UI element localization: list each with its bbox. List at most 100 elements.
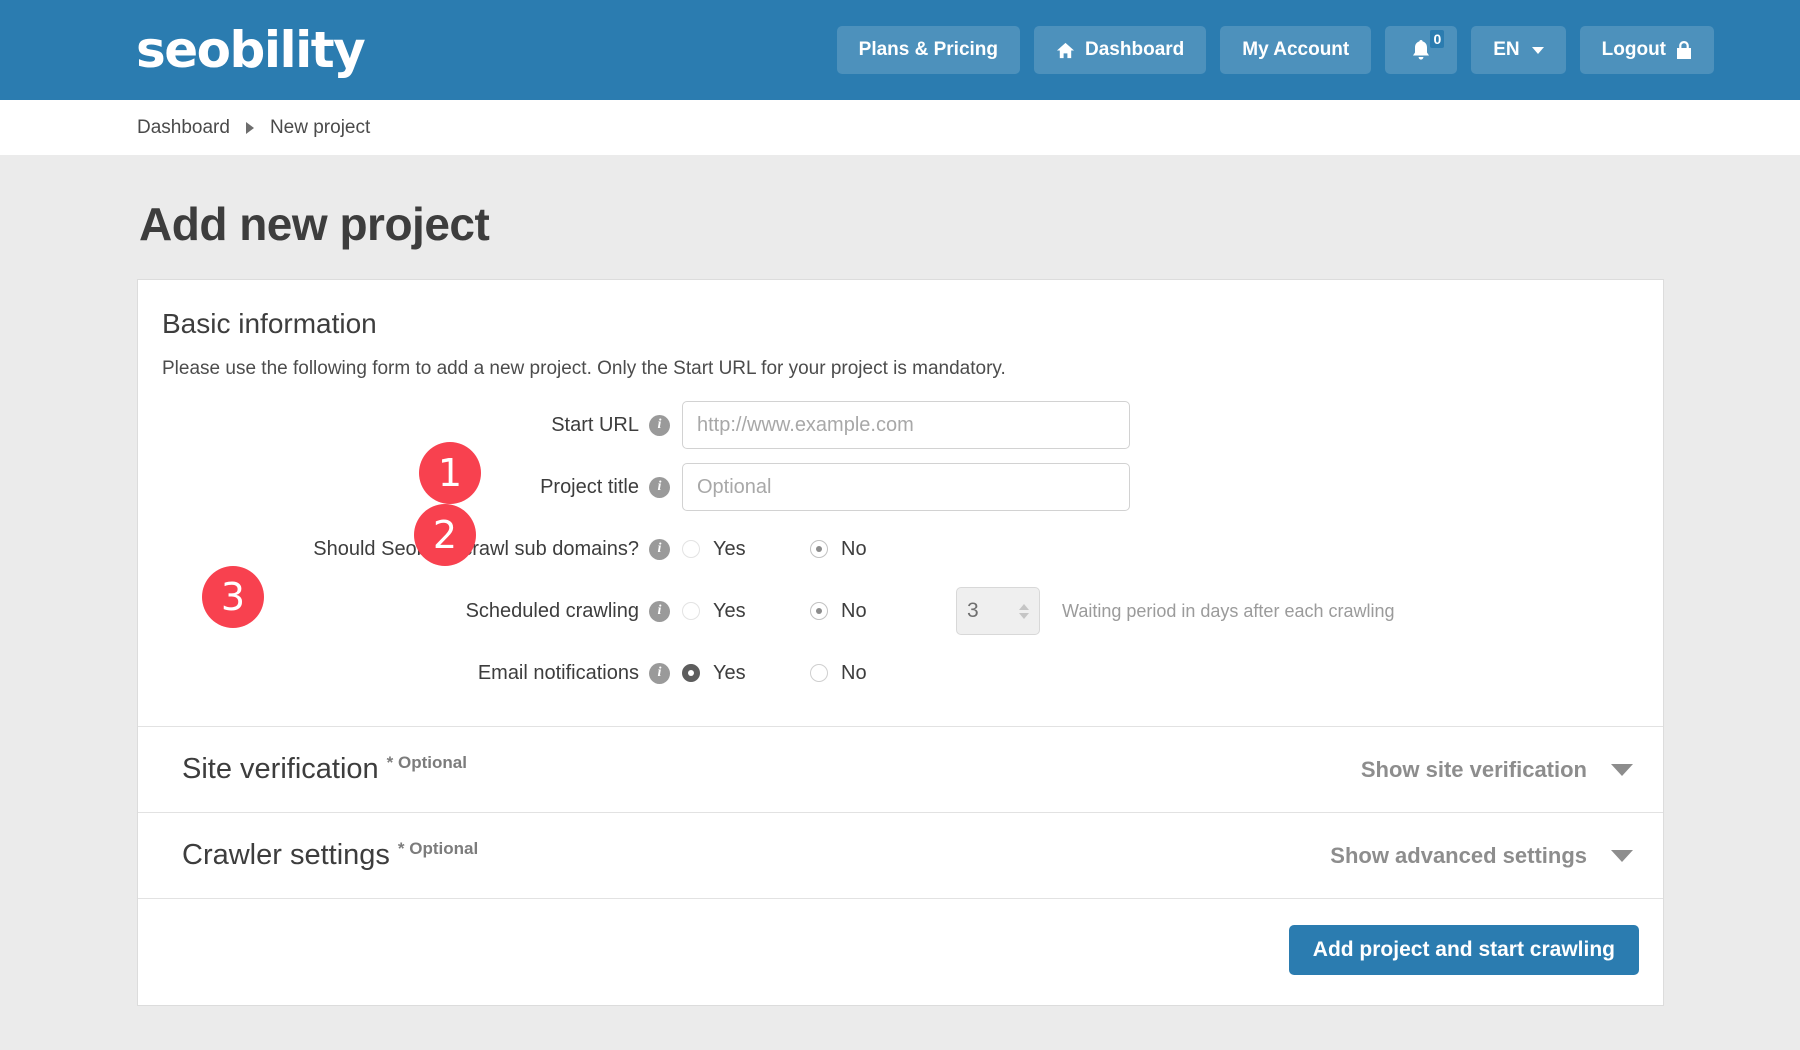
form-row-scheduled-crawling: Scheduled crawling i Yes No — [162, 580, 1639, 642]
radio-dot-icon — [682, 540, 700, 558]
info-icon-sub-domains[interactable]: i — [649, 539, 670, 560]
card-footer: Add project and start crawling — [138, 898, 1663, 1005]
form-row-sub-domains: Should Seobility crawl sub domains? i Ye… — [162, 518, 1639, 580]
stepper-arrows-icon[interactable] — [1019, 604, 1029, 619]
chevron-down-icon — [1532, 47, 1544, 54]
home-icon — [1056, 41, 1075, 60]
nav-my-account[interactable]: My Account — [1220, 26, 1371, 74]
radio-email-notifications-yes[interactable]: Yes — [682, 662, 810, 685]
nav-dashboard-label: Dashboard — [1085, 39, 1184, 61]
basic-form: 1 2 3 Start URL i Project title — [162, 394, 1639, 726]
radio-scheduled-crawling-yes[interactable]: Yes — [682, 600, 810, 623]
info-icon-scheduled-crawling[interactable]: i — [649, 601, 670, 622]
radio-scheduled-crawling-yes-label: Yes — [713, 600, 746, 623]
radio-dot-icon — [810, 664, 828, 682]
crawler-settings-section[interactable]: Crawler settings * Optional Show advanced… — [138, 812, 1663, 898]
seobility-logo[interactable]: seobility — [136, 25, 364, 75]
radio-sub-domains-no[interactable]: No — [810, 538, 938, 561]
bell-icon — [1411, 39, 1431, 61]
radio-group-sub-domains: Yes No — [682, 538, 938, 561]
bell-wrapper: 0 — [1411, 39, 1431, 61]
chevron-down-icon — [1611, 764, 1633, 776]
toggle-advanced-settings-label: Show advanced settings — [1330, 843, 1587, 869]
radio-dot-icon — [810, 540, 828, 558]
radio-email-notifications-no-label: No — [841, 662, 867, 685]
radio-email-notifications-yes-label: Yes — [713, 662, 746, 685]
label-email-notifications: Email notifications — [478, 662, 639, 685]
breadcrumb-separator-icon — [246, 122, 254, 134]
project-title-input[interactable] — [682, 463, 1130, 511]
nav-dashboard[interactable]: Dashboard — [1034, 26, 1206, 74]
field-scheduled-crawling-wrap: Yes No 3 — [682, 587, 1639, 635]
field-sub-domains-wrap: Yes No — [682, 538, 1639, 561]
nav-language-selector[interactable]: EN — [1471, 26, 1565, 74]
field-email-notifications-wrap: Yes No — [682, 662, 1639, 685]
label-project-title: Project title — [540, 476, 639, 499]
stepper-down-icon[interactable] — [1019, 613, 1029, 619]
page-title: Add new project — [139, 197, 1663, 251]
nav-logout[interactable]: Logout — [1580, 26, 1714, 74]
label-start-url-wrap: Start URL i — [162, 414, 682, 437]
crawl-interval-stepper[interactable]: 3 — [956, 587, 1040, 635]
radio-sub-domains-yes[interactable]: Yes — [682, 538, 810, 561]
radio-group-email-notifications: Yes No — [682, 662, 938, 685]
nav-buttons-group: Plans & Pricing Dashboard My Account 0 E… — [837, 26, 1752, 74]
label-sub-domains: Should Seobility crawl sub domains? — [313, 538, 639, 561]
add-project-button[interactable]: Add project and start crawling — [1289, 925, 1639, 975]
callout-badge-3: 3 — [202, 566, 264, 628]
form-row-project-title: Project title i — [162, 456, 1639, 518]
nav-plans-pricing-label: Plans & Pricing — [859, 39, 998, 61]
form-row-email-notifications: Email notifications i Yes No — [162, 642, 1639, 704]
radio-email-notifications-no[interactable]: No — [810, 662, 938, 685]
crawler-settings-heading: Crawler settings * Optional — [182, 839, 478, 872]
label-email-notifications-wrap: Email notifications i — [162, 662, 682, 685]
radio-scheduled-crawling-no-label: No — [841, 600, 867, 623]
breadcrumb-item-dashboard[interactable]: Dashboard — [137, 117, 230, 139]
form-row-start-url: Start URL i — [162, 394, 1639, 456]
toggle-advanced-settings[interactable]: Show advanced settings — [1330, 843, 1639, 869]
nav-my-account-label: My Account — [1242, 39, 1349, 61]
nav-plans-pricing[interactable]: Plans & Pricing — [837, 26, 1020, 74]
nav-language-label: EN — [1493, 39, 1519, 61]
callout-badge-2: 2 — [414, 504, 476, 566]
label-start-url: Start URL — [551, 414, 639, 437]
basic-information-section: Basic information Please use the followi… — [138, 280, 1663, 726]
field-project-title-wrap — [682, 463, 1639, 511]
crawl-interval-hint: Waiting period in days after each crawli… — [1062, 601, 1395, 622]
crawler-settings-optional-tag: * Optional — [398, 839, 478, 858]
crawler-settings-title: Crawler settings — [182, 839, 390, 871]
site-verification-optional-tag: * Optional — [387, 753, 467, 772]
field-start-url-wrap — [682, 401, 1639, 449]
callout-badge-1: 1 — [419, 442, 481, 504]
chevron-down-icon — [1611, 850, 1633, 862]
info-icon-email-notifications[interactable]: i — [649, 663, 670, 684]
toggle-site-verification-label: Show site verification — [1361, 757, 1587, 783]
info-icon-start-url[interactable]: i — [649, 415, 670, 436]
radio-dot-icon — [682, 664, 700, 682]
radio-dot-icon — [682, 602, 700, 620]
nav-notifications[interactable]: 0 — [1385, 26, 1457, 74]
radio-sub-domains-yes-label: Yes — [713, 538, 746, 561]
notification-count-badge: 0 — [1430, 30, 1444, 48]
crawl-interval-value: 3 — [967, 599, 1019, 623]
info-icon-project-title[interactable]: i — [649, 477, 670, 498]
breadcrumb-item-new-project[interactable]: New project — [270, 117, 370, 139]
toggle-site-verification[interactable]: Show site verification — [1361, 757, 1639, 783]
lock-icon — [1676, 41, 1692, 60]
radio-sub-domains-no-label: No — [841, 538, 867, 561]
section-title-basic-information: Basic information — [162, 308, 1639, 340]
add-project-card: Basic information Please use the followi… — [137, 279, 1664, 1006]
nav-logout-label: Logout — [1602, 39, 1666, 61]
radio-scheduled-crawling-no[interactable]: No — [810, 600, 938, 623]
section-description: Please use the following form to add a n… — [162, 358, 1639, 380]
breadcrumb: Dashboard New project — [0, 100, 1800, 155]
label-scheduled-crawling: Scheduled crawling — [466, 600, 639, 623]
site-verification-heading: Site verification * Optional — [182, 753, 467, 786]
radio-group-scheduled-crawling: Yes No — [682, 600, 938, 623]
start-url-input[interactable] — [682, 401, 1130, 449]
stepper-up-icon[interactable] — [1019, 604, 1029, 610]
site-verification-title: Site verification — [182, 753, 379, 785]
top-navigation-bar: seobility Plans & Pricing Dashboard My A… — [0, 0, 1800, 100]
site-verification-section[interactable]: Site verification * Optional Show site ve… — [138, 726, 1663, 812]
page-content: Add new project Basic information Please… — [0, 197, 1800, 1006]
